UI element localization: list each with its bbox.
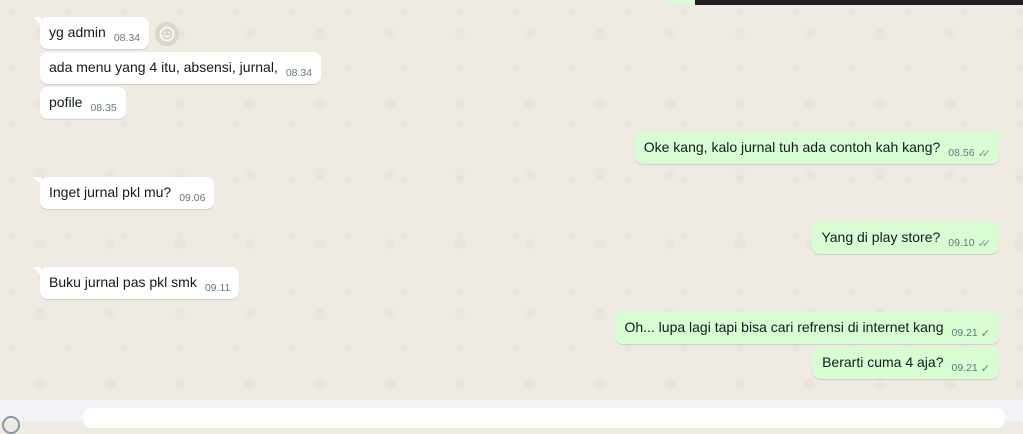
bubble-tail bbox=[33, 177, 41, 185]
message-bubble-incoming[interactable]: yg admin 08.34 bbox=[33, 17, 150, 49]
message-bubble-incoming[interactable]: ada menu yang 4 itu, absensi, jurnal, 08… bbox=[40, 52, 322, 84]
chat-panel: yg admin 08.34 ada menu yang 4 itu, abse… bbox=[0, 0, 1023, 400]
emoji-icon[interactable] bbox=[2, 416, 20, 434]
message-bubble-incoming[interactable]: pofile 08.35 bbox=[40, 87, 126, 119]
message-time: 08.56 bbox=[948, 147, 975, 159]
smiley-icon bbox=[159, 26, 175, 42]
message-bubble-outgoing[interactable]: Oke kang, kalo jurnal tuh ada contoh kah… bbox=[634, 132, 1006, 164]
bubble-tail bbox=[998, 312, 1006, 320]
composer-bar bbox=[0, 400, 1023, 434]
bubble-tail bbox=[33, 17, 41, 25]
message-bubble-outgoing[interactable]: Oh... lupa lagi tapi bisa cari refrensi … bbox=[615, 312, 1006, 344]
message-bubble-outgoing[interactable]: Berarti cuma 4 aja? 09.21 ✓ bbox=[813, 347, 999, 379]
double-check-icon: ✓✓ bbox=[977, 147, 992, 160]
message-text: ada menu yang 4 itu, absensi, jurnal, bbox=[49, 59, 278, 75]
message-text: Yang di play store? bbox=[821, 229, 941, 245]
bubble-tail bbox=[998, 222, 1006, 230]
bubble-tail bbox=[998, 132, 1006, 140]
previous-message-edge bbox=[668, 0, 695, 4]
message-time: 08.34 bbox=[113, 32, 141, 44]
message-time: 08.34 bbox=[285, 67, 313, 79]
message-text: Oh... lupa lagi tapi bisa cari refrensi … bbox=[624, 319, 944, 335]
message-text: yg admin bbox=[49, 24, 106, 40]
check-icon: ✓ bbox=[980, 327, 990, 340]
message-text: pofile bbox=[49, 94, 83, 110]
message-bubble-incoming[interactable]: Buku jurnal pas pkl smk 09.11 bbox=[33, 267, 240, 299]
message-time: 09.06 bbox=[179, 192, 206, 204]
overlay-strip bbox=[695, 0, 1023, 5]
reaction-button[interactable] bbox=[155, 22, 179, 46]
message-input[interactable] bbox=[83, 408, 1005, 428]
message-bubble-outgoing[interactable]: Yang di play store? 09.10 ✓✓ bbox=[812, 222, 1006, 254]
message-time: 09.10 bbox=[948, 237, 975, 249]
double-check-icon: ✓✓ bbox=[977, 237, 992, 250]
message-text: Inget jurnal pkl mu? bbox=[49, 184, 172, 200]
message-text: Oke kang, kalo jurnal tuh ada contoh kah… bbox=[643, 139, 941, 155]
message-time: 08.35 bbox=[90, 102, 117, 114]
message-time: 09.11 bbox=[204, 282, 231, 294]
message-text: Berarti cuma 4 aja? bbox=[822, 354, 944, 370]
message-bubble-incoming[interactable]: Inget jurnal pkl mu? 09.06 bbox=[33, 177, 215, 209]
bubble-tail bbox=[33, 267, 41, 275]
message-time: 09.21 bbox=[951, 362, 978, 374]
check-icon: ✓ bbox=[980, 362, 990, 375]
message-time: 09.21 bbox=[951, 327, 978, 339]
message-text: Buku jurnal pas pkl smk bbox=[49, 274, 197, 290]
